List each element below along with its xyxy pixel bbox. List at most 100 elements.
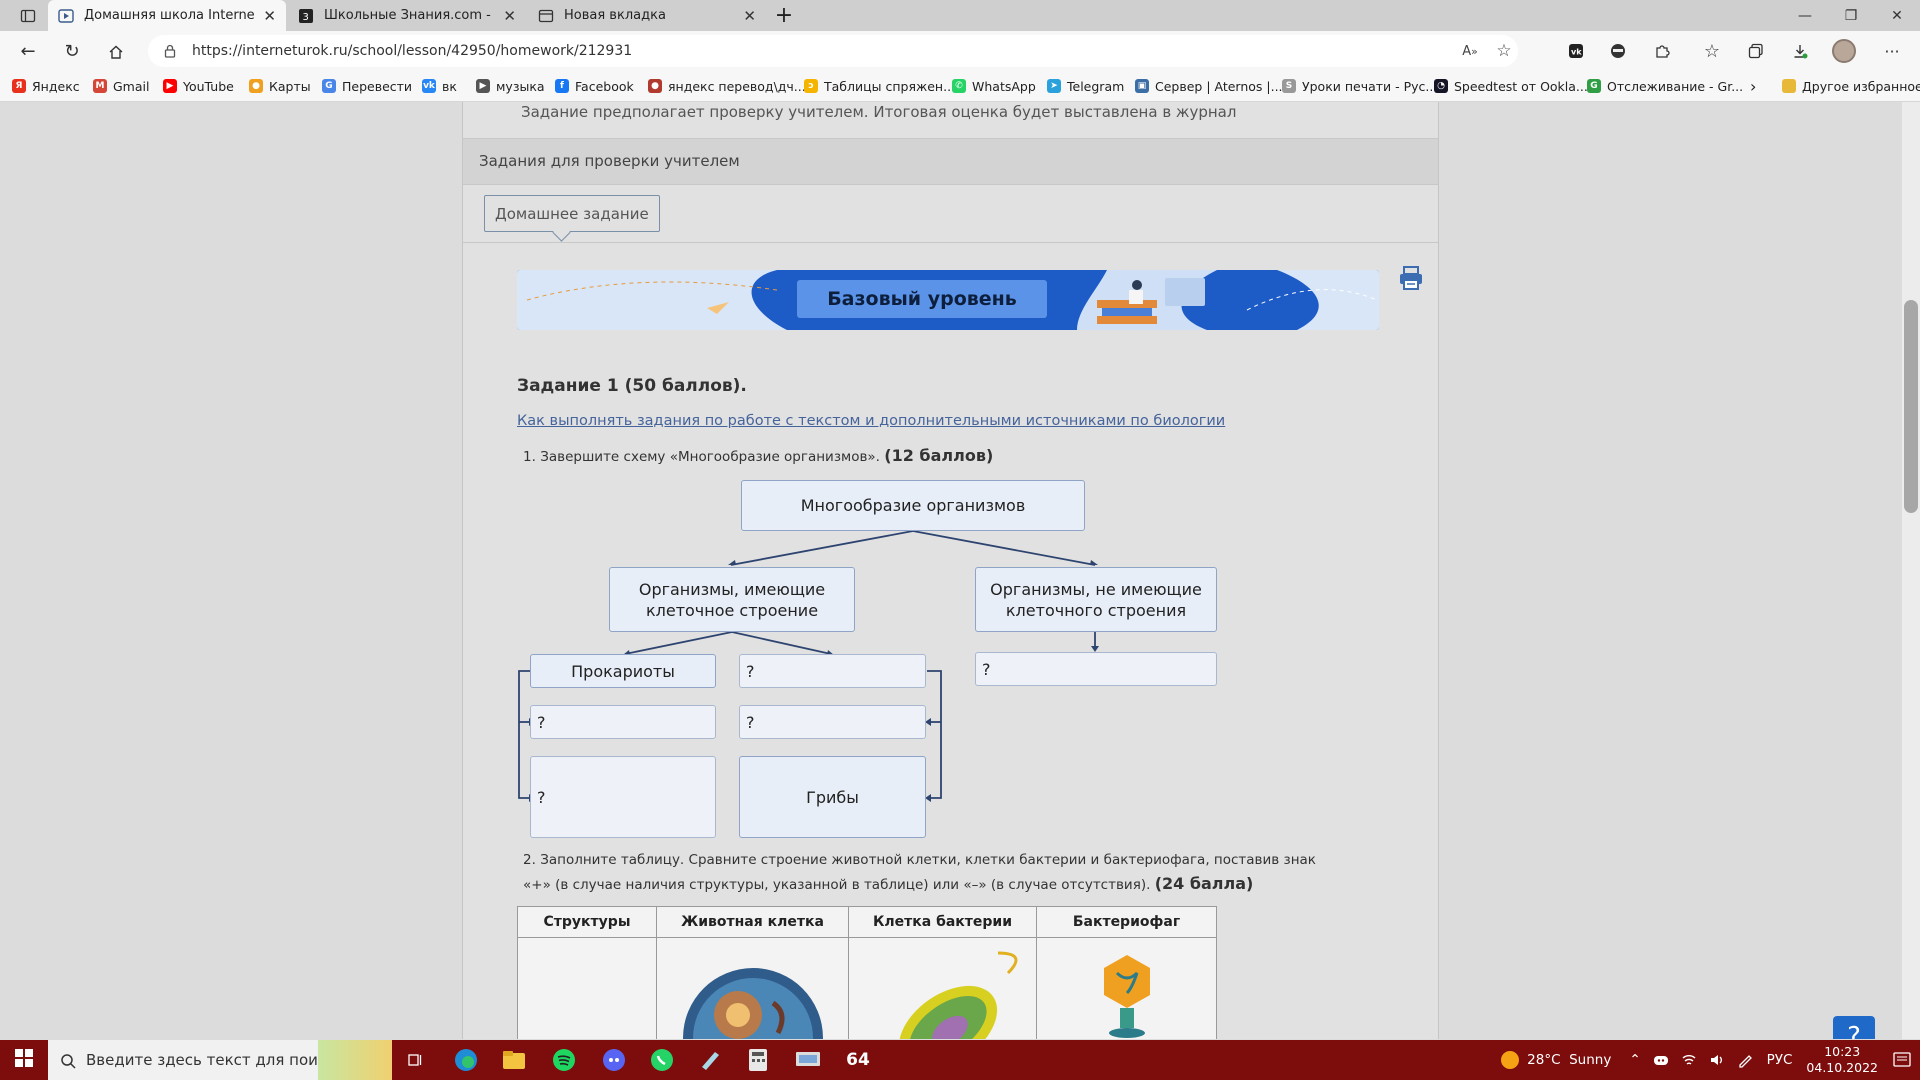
tab-interneturok[interactable]: Домашняя школа InternetUrok.r ✕ bbox=[48, 0, 286, 31]
clock-time: 10:23 bbox=[1824, 1044, 1861, 1059]
bookmark-item[interactable]: S Уроки печати - Рус... bbox=[1282, 71, 1437, 101]
tab-actions-button[interactable] bbox=[8, 0, 48, 31]
other-favorites-folder[interactable]: Другое избранное bbox=[1782, 71, 1920, 101]
calculator-taskbar-icon[interactable] bbox=[738, 1044, 778, 1076]
interneturok-favicon-icon bbox=[58, 8, 74, 24]
tab-close-icon[interactable]: ✕ bbox=[743, 7, 756, 25]
bookmark-item[interactable]: ◔ Speedtest от Ookla... bbox=[1434, 71, 1588, 101]
bookmark-item[interactable]: ▶ YouTube bbox=[163, 71, 234, 101]
settings-more-icon[interactable]: ··· bbox=[1876, 35, 1908, 67]
new-tab-button[interactable]: + bbox=[766, 0, 802, 31]
bookmark-label: Telegram bbox=[1067, 78, 1125, 94]
bookmark-item[interactable]: ➤ Telegram bbox=[1047, 71, 1124, 101]
folder-icon bbox=[1782, 79, 1796, 93]
youtube-icon: ▶ bbox=[163, 79, 177, 93]
diagram-answer-field[interactable]: ? bbox=[530, 756, 716, 838]
telegram-icon: ➤ bbox=[1047, 79, 1061, 93]
help-label: ? bbox=[1847, 1022, 1861, 1039]
explorer-taskbar-icon[interactable] bbox=[494, 1044, 534, 1076]
favorites-icon[interactable]: ☆ bbox=[1696, 35, 1728, 67]
navigation-bar: ← ↻ https://interneturok.ru/school/lesso… bbox=[0, 31, 1920, 71]
collections-icon[interactable] bbox=[1740, 35, 1772, 67]
question-points: (24 балла) bbox=[1154, 874, 1254, 893]
plus-icon: + bbox=[774, 3, 794, 28]
lesson-panel: Задание предполагает проверку учителем. … bbox=[462, 102, 1439, 1039]
downloads-icon[interactable] bbox=[1784, 35, 1816, 67]
page-content: Задание предполагает проверку учителем. … bbox=[0, 102, 1920, 1039]
bookmark-item[interactable]: G Перевести bbox=[322, 71, 412, 101]
diagram-answer-field[interactable]: ? bbox=[739, 705, 926, 739]
language-indicator[interactable]: РУС bbox=[1767, 1052, 1793, 1068]
reload-button[interactable]: ↻ bbox=[52, 35, 92, 67]
tab-new-tab[interactable]: Новая вкладка ✕ bbox=[528, 0, 766, 31]
diagram-answer-field[interactable]: ? bbox=[975, 652, 1217, 686]
profile-avatar[interactable] bbox=[1828, 35, 1860, 67]
whatsapp-taskbar-icon[interactable] bbox=[642, 1044, 682, 1076]
aternos-icon: ▣ bbox=[1135, 79, 1149, 93]
vpn-extension-icon[interactable] bbox=[1602, 35, 1634, 67]
add-favorite-icon[interactable]: ☆ bbox=[1488, 35, 1520, 67]
notes-taskbar-icon[interactable] bbox=[690, 1044, 730, 1076]
bookmark-item[interactable]: ↄ Таблицы спряжен... bbox=[804, 71, 955, 101]
bookmark-label: музыка bbox=[496, 78, 545, 94]
bookmark-label: вк bbox=[442, 78, 457, 94]
chevron-up-icon[interactable]: ⌃ bbox=[1629, 1052, 1640, 1068]
vk-extension-icon[interactable]: vk bbox=[1560, 35, 1592, 67]
bookmark-label: Уроки печати - Рус... bbox=[1302, 78, 1438, 94]
bookmark-item[interactable]: M Gmail bbox=[93, 71, 149, 101]
discord-taskbar-icon[interactable] bbox=[594, 1044, 634, 1076]
search-highlight-image bbox=[318, 1040, 392, 1080]
wifi-icon[interactable] bbox=[1681, 1052, 1697, 1068]
back-button[interactable]: ← bbox=[8, 35, 48, 67]
back-arrow-icon: ← bbox=[20, 40, 36, 62]
control-panel-taskbar-icon[interactable] bbox=[788, 1044, 828, 1076]
tab-strip: Домашняя школа InternetUrok.r ✕ 3 Школьн… bbox=[0, 0, 1920, 31]
notifications-icon[interactable] bbox=[1892, 1050, 1912, 1070]
home-button[interactable] bbox=[96, 35, 136, 67]
windows-taskbar: Введите здесь текст для поиска 64 28°C S… bbox=[0, 1040, 1920, 1080]
bookmark-item[interactable]: ● яндекс перевод\дч... bbox=[648, 71, 806, 101]
bookmark-item[interactable]: ▶ музыка bbox=[476, 71, 545, 101]
bookmark-item[interactable]: Я Яндекс bbox=[12, 71, 80, 101]
tab-znanija[interactable]: 3 Школьные Знания.com - Решаем ✕ bbox=[288, 0, 526, 31]
table-row bbox=[517, 937, 1217, 1039]
diagram-root: Многообразие организмов bbox=[741, 480, 1085, 531]
comparison-table: Структуры Животная клетка Клетка бактери… bbox=[517, 906, 1217, 1039]
minimize-button[interactable]: — bbox=[1782, 0, 1828, 31]
discord-tray-icon[interactable] bbox=[1653, 1052, 1669, 1068]
app-badge-icon[interactable]: 64 bbox=[838, 1044, 878, 1076]
spotify-taskbar-icon[interactable] bbox=[544, 1044, 584, 1076]
search-placeholder: Введите здесь текст для поиска bbox=[86, 1051, 345, 1069]
bookmark-item[interactable]: ● Карты bbox=[249, 71, 311, 101]
volume-icon[interactable] bbox=[1709, 1052, 1725, 1068]
weather-text[interactable]: 28°C Sunny bbox=[1527, 1052, 1611, 1068]
pen-icon[interactable] bbox=[1737, 1052, 1753, 1068]
diagram-answer-field[interactable]: ? bbox=[530, 705, 716, 739]
bookmark-item[interactable]: f Facebook bbox=[555, 71, 634, 101]
lock-icon[interactable] bbox=[162, 43, 178, 59]
bookmark-item[interactable]: ✆ WhatsApp bbox=[952, 71, 1036, 101]
bookmark-item[interactable]: G Отслеживание - Gr... bbox=[1587, 71, 1743, 101]
edge-taskbar-icon[interactable] bbox=[446, 1044, 486, 1076]
help-button[interactable]: ? bbox=[1833, 1016, 1875, 1039]
tab-close-icon[interactable]: ✕ bbox=[503, 7, 516, 25]
extensions-puzzle-icon[interactable] bbox=[1646, 35, 1678, 67]
bookmarks-overflow-chevron-icon[interactable]: › bbox=[1750, 71, 1756, 101]
translate-icon: G bbox=[322, 79, 336, 93]
page-scrollbar[interactable] bbox=[1902, 102, 1920, 1039]
tab-close-icon[interactable]: ✕ bbox=[263, 7, 276, 25]
bookmark-item[interactable]: ▣ Сервер | Aternos |... bbox=[1135, 71, 1283, 101]
taskbar-search[interactable]: Введите здесь текст для поиска bbox=[48, 1040, 392, 1080]
home-icon bbox=[108, 41, 124, 62]
address-bar[interactable]: https://interneturok.ru/school/lesson/42… bbox=[148, 35, 1518, 67]
diagram-answer-field[interactable]: ? bbox=[739, 654, 926, 688]
diagram-fungi: Грибы bbox=[739, 756, 926, 838]
start-button[interactable] bbox=[0, 1040, 48, 1080]
read-aloud-icon[interactable]: A» bbox=[1454, 35, 1486, 67]
bookmark-item[interactable]: vk вк bbox=[422, 71, 457, 101]
clock[interactable]: 10:23 04.10.2022 bbox=[1806, 1044, 1878, 1076]
scrollbar-thumb[interactable] bbox=[1904, 300, 1918, 513]
restore-button[interactable]: ❐ bbox=[1828, 0, 1874, 31]
close-window-button[interactable]: ✕ bbox=[1874, 0, 1920, 31]
task-view-icon[interactable] bbox=[396, 1044, 436, 1076]
